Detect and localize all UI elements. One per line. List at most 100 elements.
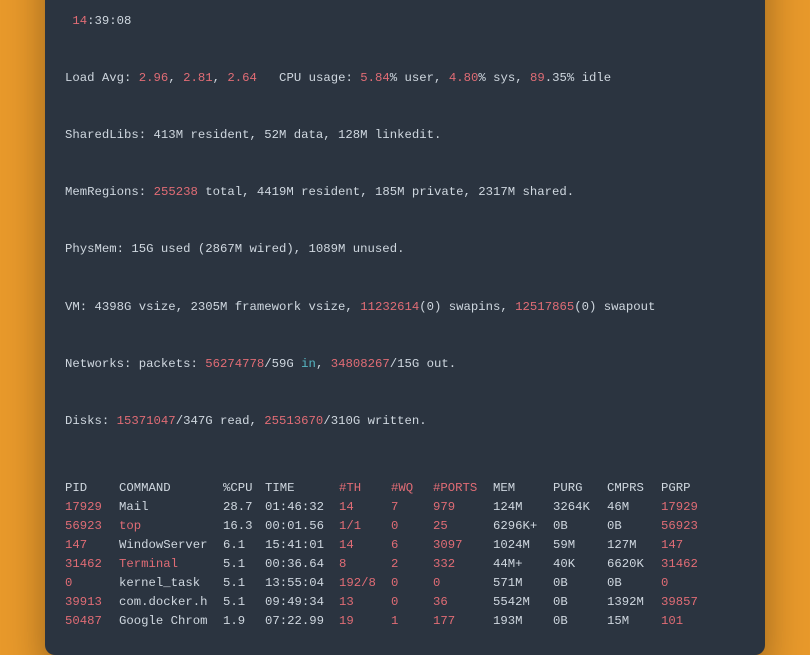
- cell-th: 14: [339, 498, 387, 517]
- process-table-header: PID COMMAND %CPU TIME #TH #WQ #PORTS MEM…: [65, 479, 745, 498]
- cell-pid: 31462: [65, 555, 115, 574]
- col-time[interactable]: TIME: [265, 479, 335, 498]
- cell-pid: 56923: [65, 517, 115, 536]
- table-row[interactable]: 147WindowServer6.115:41:0114630971024M59…: [65, 536, 745, 555]
- cell-cpu: 6.1: [223, 536, 261, 555]
- cell-cmprs: 0B: [607, 517, 657, 536]
- cell-time: 00:01.56: [265, 517, 335, 536]
- cell-th: 1/1: [339, 517, 387, 536]
- cell-pid: 17929: [65, 498, 115, 517]
- time-line: 14:39:08: [65, 12, 745, 31]
- col-cpu[interactable]: %CPU: [223, 479, 261, 498]
- table-row[interactable]: 31462Terminal5.100:36.648233244M+40K6620…: [65, 555, 745, 574]
- summary-block: Processes: 646 total, 2 running, 644 sle…: [65, 0, 745, 469]
- table-row[interactable]: 17929Mail28.701:46:32147979124M3264K46M1…: [65, 498, 745, 517]
- cell-ports: 332: [433, 555, 489, 574]
- cell-cmprs: 1392M: [607, 593, 657, 612]
- cell-ports: 177: [433, 612, 489, 631]
- cell-ports: 25: [433, 517, 489, 536]
- cell-time: 09:49:34: [265, 593, 335, 612]
- cell-command: top: [119, 517, 219, 536]
- cell-wq: 0: [391, 574, 429, 593]
- table-row[interactable]: 50487Google Chrom1.907:22.99191177193M0B…: [65, 612, 745, 631]
- col-th[interactable]: #TH: [339, 479, 387, 498]
- cell-ports: 979: [433, 498, 489, 517]
- col-pgrp[interactable]: PGRP: [661, 479, 707, 498]
- col-purg[interactable]: PURG: [553, 479, 603, 498]
- cell-cpu: 5.1: [223, 574, 261, 593]
- cell-command: Google Chrom: [119, 612, 219, 631]
- cell-wq: 7: [391, 498, 429, 517]
- cell-mem: 193M: [493, 612, 549, 631]
- cell-pid: 147: [65, 536, 115, 555]
- cell-pgrp: 0: [661, 574, 707, 593]
- cell-pid: 0: [65, 574, 115, 593]
- cell-command: Terminal: [119, 555, 219, 574]
- cell-th: 14: [339, 536, 387, 555]
- memregions-line: MemRegions: 255238 total, 4419M resident…: [65, 183, 745, 202]
- col-mem[interactable]: MEM: [493, 479, 549, 498]
- col-pid[interactable]: PID: [65, 479, 115, 498]
- cell-command: WindowServer: [119, 536, 219, 555]
- cell-ports: 36: [433, 593, 489, 612]
- cell-pgrp: 56923: [661, 517, 707, 536]
- cell-wq: 0: [391, 593, 429, 612]
- cell-cpu: 1.9: [223, 612, 261, 631]
- cell-pgrp: 147: [661, 536, 707, 555]
- col-command[interactable]: COMMAND: [119, 479, 219, 498]
- cell-mem: 1024M: [493, 536, 549, 555]
- vm-line: VM: 4398G vsize, 2305M framework vsize, …: [65, 298, 745, 317]
- cell-cpu: 28.7: [223, 498, 261, 517]
- cell-wq: 2: [391, 555, 429, 574]
- col-ports[interactable]: #PORTS: [433, 479, 489, 498]
- cell-wq: 0: [391, 517, 429, 536]
- cell-cmprs: 0B: [607, 574, 657, 593]
- cell-mem: 124M: [493, 498, 549, 517]
- cell-ports: 3097: [433, 536, 489, 555]
- cell-th: 13: [339, 593, 387, 612]
- cell-th: 192/8: [339, 574, 387, 593]
- cell-time: 13:55:04: [265, 574, 335, 593]
- cell-pgrp: 17929: [661, 498, 707, 517]
- cell-cmprs: 127M: [607, 536, 657, 555]
- cell-cpu: 5.1: [223, 593, 261, 612]
- terminal-window: Processes: 646 total, 2 running, 644 sle…: [45, 0, 765, 655]
- cell-command: Mail: [119, 498, 219, 517]
- cell-wq: 6: [391, 536, 429, 555]
- cell-cmprs: 15M: [607, 612, 657, 631]
- cell-cpu: 16.3: [223, 517, 261, 536]
- cell-pgrp: 31462: [661, 555, 707, 574]
- cell-command: com.docker.h: [119, 593, 219, 612]
- cell-mem: 571M: [493, 574, 549, 593]
- col-cmprs[interactable]: CMPRS: [607, 479, 657, 498]
- disks-line: Disks: 15371047/347G read, 25513670/310G…: [65, 412, 745, 431]
- cell-mem: 6296K+: [493, 517, 549, 536]
- cell-mem: 5542M: [493, 593, 549, 612]
- cell-time: 15:41:01: [265, 536, 335, 555]
- col-wq[interactable]: #WQ: [391, 479, 429, 498]
- sharedlibs-line: SharedLibs: 413M resident, 52M data, 128…: [65, 126, 745, 145]
- cell-th: 19: [339, 612, 387, 631]
- table-row[interactable]: 0kernel_task5.113:55:04192/800571M0B0B0: [65, 574, 745, 593]
- cell-time: 07:22.99: [265, 612, 335, 631]
- cell-pgrp: 39857: [661, 593, 707, 612]
- cell-purg: 0B: [553, 517, 603, 536]
- cell-cmprs: 6620K: [607, 555, 657, 574]
- cell-time: 01:46:32: [265, 498, 335, 517]
- cell-purg: 0B: [553, 593, 603, 612]
- table-row[interactable]: 39913com.docker.h5.109:49:34130365542M0B…: [65, 593, 745, 612]
- cell-wq: 1: [391, 612, 429, 631]
- cell-purg: 59M: [553, 536, 603, 555]
- cell-command: kernel_task: [119, 574, 219, 593]
- table-row[interactable]: 56923top16.300:01.561/10256296K+0B0B5692…: [65, 517, 745, 536]
- cell-cmprs: 46M: [607, 498, 657, 517]
- cell-pid: 50487: [65, 612, 115, 631]
- cell-purg: 0B: [553, 612, 603, 631]
- process-table-body: 17929Mail28.701:46:32147979124M3264K46M1…: [65, 498, 745, 631]
- cell-purg: 3264K: [553, 498, 603, 517]
- physmem-line: PhysMem: 15G used (2867M wired), 1089M u…: [65, 240, 745, 259]
- cell-purg: 40K: [553, 555, 603, 574]
- cell-time: 00:36.64: [265, 555, 335, 574]
- cell-pid: 39913: [65, 593, 115, 612]
- cell-pgrp: 101: [661, 612, 707, 631]
